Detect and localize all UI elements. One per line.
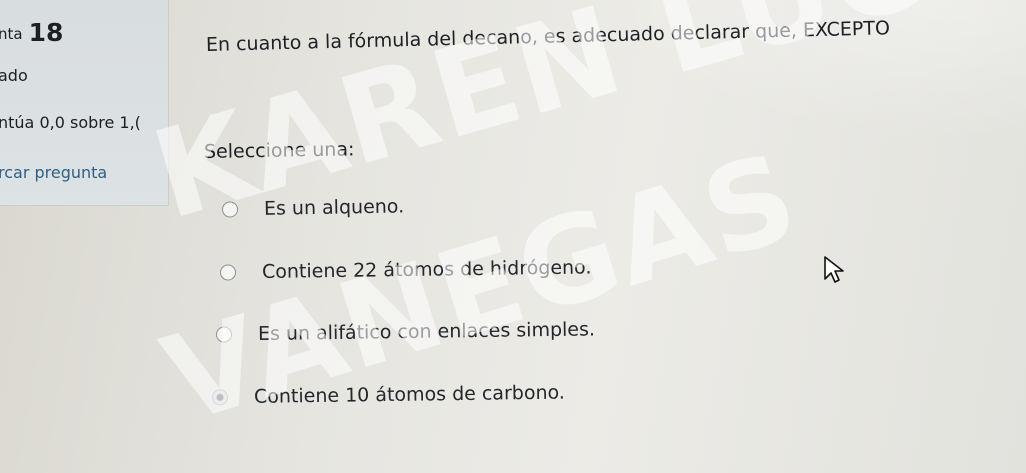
radio-button-selected[interactable] [211,389,229,406]
answer-option[interactable]: Es un alqueno. [221,195,405,220]
answer-option-label: Contiene 22 átomos de hidrógeno. [261,256,592,284]
select-one-prompt: Seleccione una: [203,138,355,163]
radio-button[interactable] [215,326,233,343]
answer-option[interactable]: Contiene 10 átomos de carbono. [211,381,566,409]
question-status: ado [0,66,28,85]
answer-option-label: Es un alifático con enlaces simples. [257,318,596,346]
answer-option-label: Contiene 10 átomos de carbono. [253,381,566,408]
flag-question-link[interactable]: rcar pregunta [0,163,107,182]
radio-button[interactable] [221,201,239,218]
answer-option-label: Es un alqueno. [263,195,405,220]
question-label: nta [0,25,23,43]
radio-button[interactable] [219,264,237,281]
question-number: 18 [28,18,64,47]
answer-option[interactable]: Contiene 22 átomos de hidrógeno. [219,256,592,284]
question-score: ntúa 0,0 sobre 1,( [0,113,141,132]
mouse-pointer-icon [824,256,844,283]
question-number-heading: nta 18 [0,18,63,47]
question-info-panel: nta 18 ado ntúa 0,0 sobre 1,( rcar pregun… [0,0,169,206]
answer-option[interactable]: Es un alifático con enlaces simples. [215,318,596,346]
question-text: En cuanto a la fórmula del decano, es ad… [205,17,891,56]
